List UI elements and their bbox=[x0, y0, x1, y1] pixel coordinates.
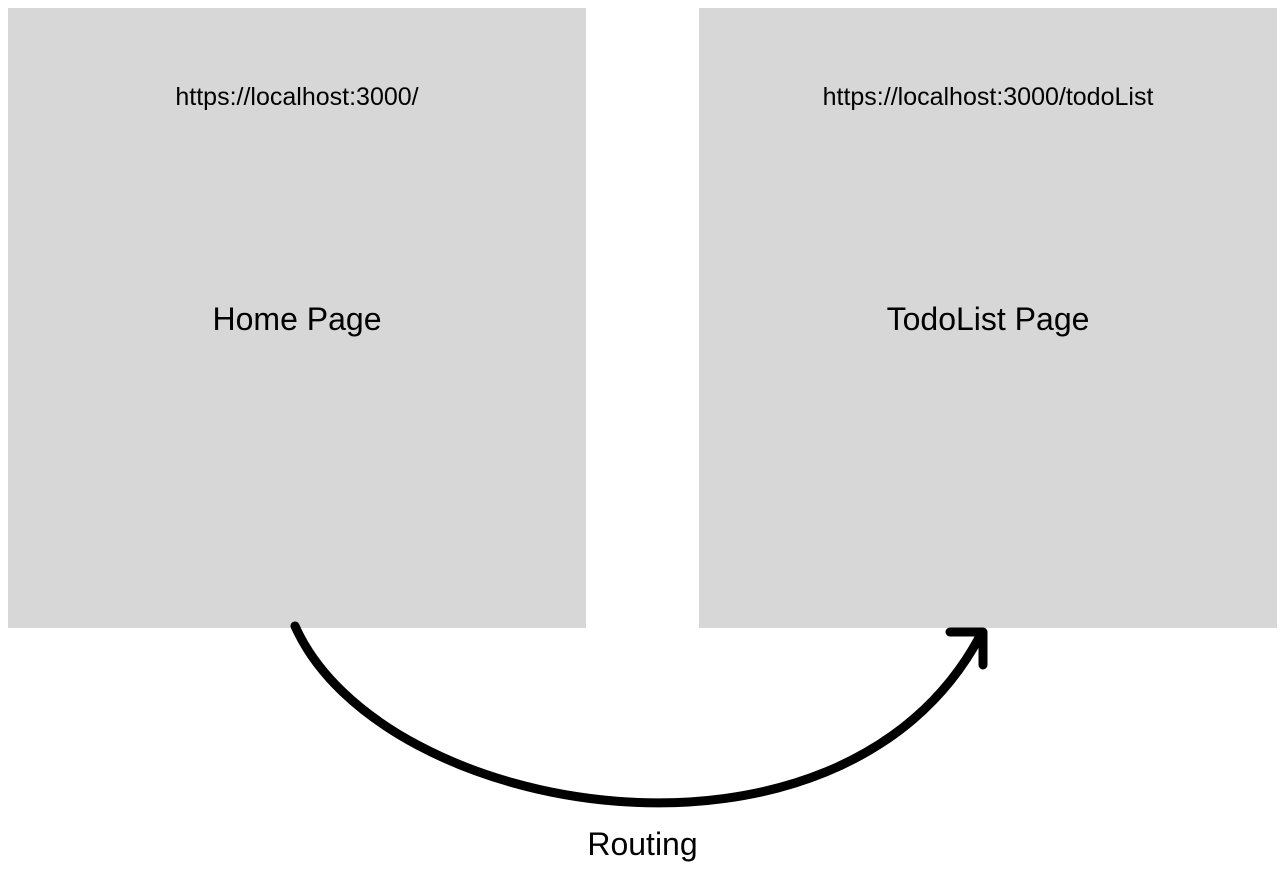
routing-arrow-icon bbox=[280, 618, 1000, 838]
todolist-page-url: https://localhost:3000/todoList bbox=[699, 83, 1277, 112]
home-page-url: https://localhost:3000/ bbox=[8, 83, 586, 112]
routing-label: Routing bbox=[0, 826, 1285, 863]
todolist-page-title: TodoList Page bbox=[699, 301, 1277, 338]
diagram-container: https://localhost:3000/ Home Page https:… bbox=[0, 0, 1285, 880]
home-page-panel: https://localhost:3000/ Home Page bbox=[8, 8, 586, 628]
home-page-title: Home Page bbox=[8, 301, 586, 338]
todolist-page-panel: https://localhost:3000/todoList TodoList… bbox=[699, 8, 1277, 628]
